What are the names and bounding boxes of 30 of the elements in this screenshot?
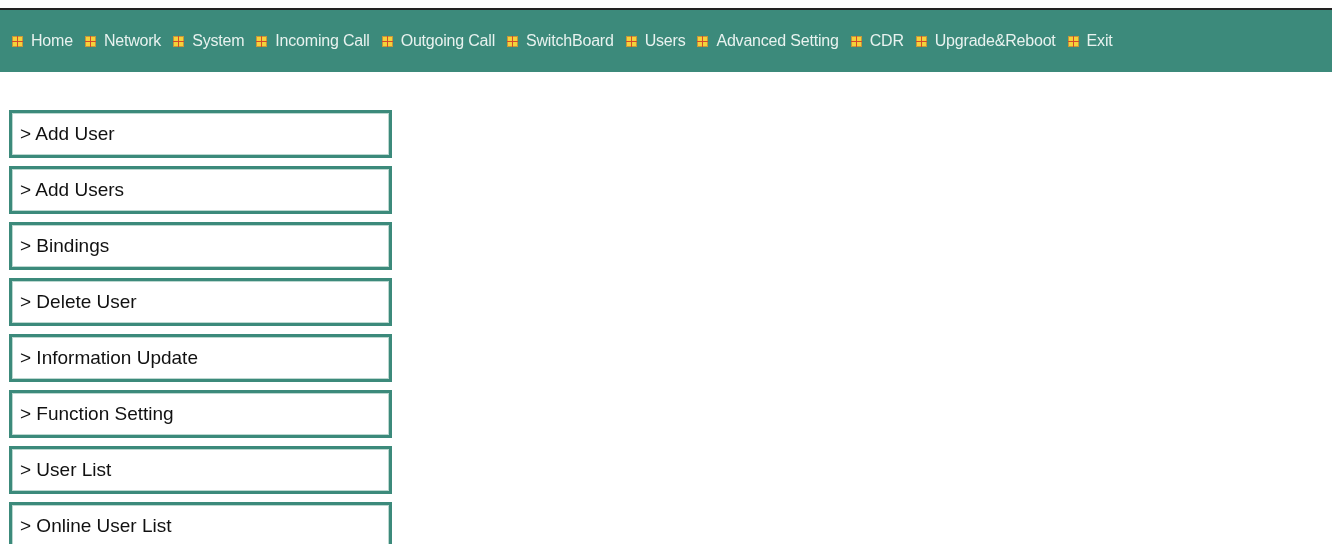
menu-link[interactable]: Outgoing Call <box>400 29 496 53</box>
menu-link[interactable]: Users <box>644 29 686 53</box>
menu-link[interactable]: Exit <box>1086 29 1113 53</box>
bullet-icon <box>256 35 268 47</box>
menu-link[interactable]: Home <box>31 29 73 53</box>
bullet-icon <box>1067 35 1079 47</box>
menu-link[interactable]: CDR <box>869 29 904 53</box>
bullet-icon <box>507 35 519 47</box>
bullet-icon <box>84 35 96 47</box>
bullet-icon <box>850 35 862 47</box>
menu-link[interactable]: Network <box>103 29 162 53</box>
sidebar-item[interactable]: > Information Update <box>9 334 392 382</box>
bullet-icon <box>915 35 927 47</box>
menu-link[interactable]: SwitchBoard <box>526 29 614 53</box>
menu-link[interactable]: System <box>192 29 245 53</box>
sidebar-item[interactable]: > User List <box>9 446 392 494</box>
menu-link[interactable]: Upgrade&Reboot <box>934 29 1056 53</box>
menu-link[interactable]: Advanced Setting <box>716 29 839 53</box>
sidebar-item[interactable]: > Bindings <box>9 222 392 270</box>
bullet-icon <box>12 35 23 47</box>
bullet-icon <box>173 35 185 47</box>
sidebar-item[interactable]: > Function Setting <box>9 390 392 438</box>
bullet-icon <box>697 35 709 47</box>
bullet-icon <box>381 35 393 47</box>
menu-link[interactable]: Incoming Call <box>275 29 370 53</box>
bullet-icon <box>625 35 637 47</box>
sidebar-item[interactable]: > Add Users <box>9 166 392 214</box>
sidebar-item[interactable]: > Add User <box>9 110 392 158</box>
sidebar-item[interactable]: > Online User List <box>9 502 392 544</box>
sidebar-item[interactable]: > Delete User <box>9 278 392 326</box>
